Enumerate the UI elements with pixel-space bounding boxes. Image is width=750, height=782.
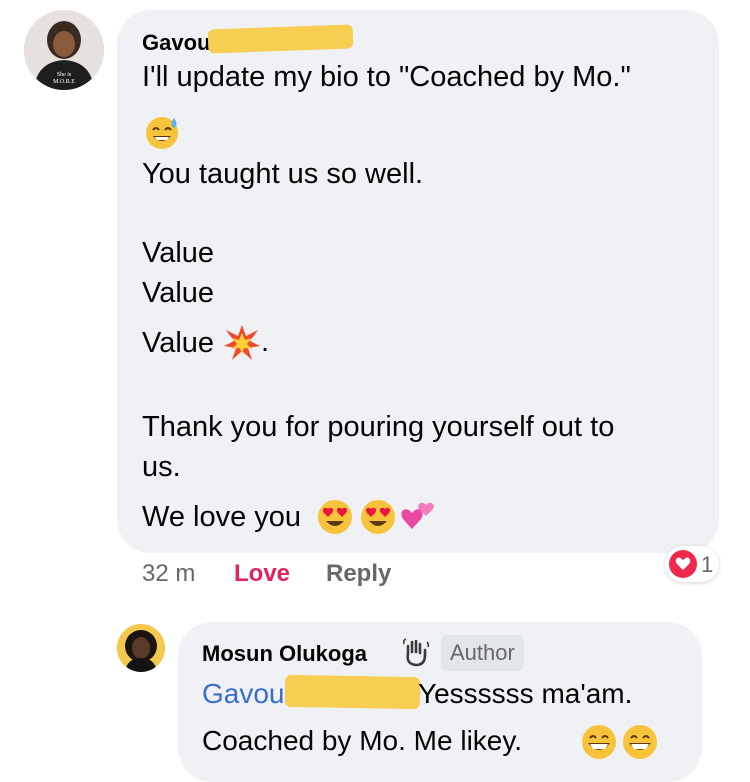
- name-redaction: [207, 24, 354, 54]
- wave-hand-icon: [402, 638, 430, 667]
- reply-author-name[interactable]: Mosun Olukoga: [202, 641, 367, 667]
- comment-line: I'll update my bio to "Coached by Mo.": [142, 61, 631, 93]
- reaction-count: 1: [701, 552, 714, 577]
- reaction-summary[interactable]: 1: [665, 546, 719, 582]
- comment-line: You taught us so well.: [142, 158, 424, 190]
- revolving-hearts-emoji: [401, 502, 434, 529]
- reply-text: Yessssss ma'am.: [418, 678, 633, 709]
- heart-eyes-emoji: [361, 500, 395, 534]
- commenter-avatar[interactable]: She is M.O.R.E: [24, 10, 104, 90]
- love-button[interactable]: Love: [234, 560, 290, 588]
- collision-emoji: [224, 325, 260, 360]
- name-redaction: [284, 674, 421, 710]
- author-badge: Author: [441, 635, 524, 671]
- comment-line: Thank you for pouring yourself out to: [142, 411, 615, 443]
- svg-text:She is: She is: [57, 72, 72, 78]
- svg-text:M.O.R.E: M.O.R.E: [53, 79, 75, 85]
- mention-link[interactable]: Gavou: [202, 678, 285, 710]
- heart-reaction-icon: [669, 550, 697, 578]
- comment-timestamp: 32 m: [142, 560, 196, 587]
- comment-line: Value: [142, 327, 215, 359]
- comment-author-name[interactable]: Gavou: [142, 30, 210, 56]
- comment-line: Value: [142, 237, 215, 269]
- replier-avatar[interactable]: [117, 624, 165, 672]
- comment-punctuation: .: [261, 326, 270, 358]
- comment-line: Value: [142, 277, 215, 309]
- comment-line: us.: [142, 451, 181, 483]
- reply-text: Coached by Mo. Me likey.: [202, 725, 523, 756]
- heart-eyes-emoji: [318, 500, 352, 534]
- sweat-smile-emoji: [146, 117, 178, 149]
- grin-emoji: [623, 725, 657, 759]
- reply-button[interactable]: Reply: [326, 560, 391, 588]
- comment-line: We love you: [142, 501, 302, 533]
- grin-emoji: [582, 725, 616, 759]
